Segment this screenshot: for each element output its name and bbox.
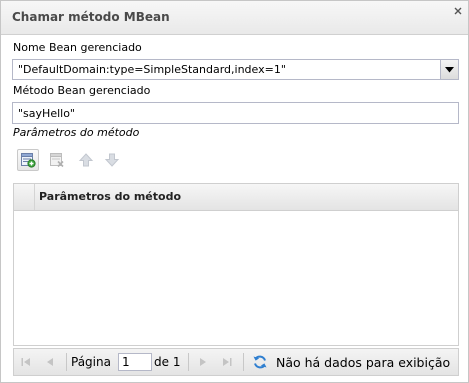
move-down-button[interactable] — [101, 149, 123, 171]
pager-separator — [188, 353, 189, 371]
panel-title: Chamar método MBean — [12, 10, 170, 24]
invoke-mbean-panel: Chamar método MBean Nome Bean gerenciado… — [0, 0, 469, 383]
move-up-icon — [78, 152, 94, 168]
page-number-input[interactable] — [118, 353, 152, 371]
paging-toolbar: Página de 1 Não há dados para exibição — [13, 348, 459, 376]
parameters-grid: Parâmetros do método — [13, 183, 459, 346]
move-down-icon — [104, 152, 120, 168]
bean-name-value: "DefaultDomain:type=SimpleStandard,index… — [18, 63, 286, 76]
bean-name-combo[interactable]: "DefaultDomain:type=SimpleStandard,index… — [12, 59, 459, 80]
refresh-icon[interactable] — [252, 349, 268, 375]
move-up-button[interactable] — [75, 149, 97, 171]
add-parameter-button[interactable] — [17, 149, 39, 171]
next-page-icon[interactable] — [197, 349, 209, 375]
delete-parameter-icon — [49, 152, 65, 168]
last-page-icon[interactable] — [221, 349, 233, 375]
empty-message: Não há dados para exibição — [276, 354, 451, 370]
close-icon[interactable] — [452, 5, 464, 17]
panel-header: Chamar método MBean — [1, 1, 468, 35]
page-label: Página — [71, 355, 111, 369]
pager-separator — [243, 353, 244, 371]
params-section-label: Parâmetros do método — [13, 126, 140, 139]
method-name-label: Método Bean gerenciado — [13, 84, 151, 97]
method-name-input[interactable] — [12, 102, 459, 124]
grid-header: Parâmetros do método — [14, 184, 458, 211]
delete-parameter-button[interactable] — [46, 149, 68, 171]
add-parameter-icon — [20, 152, 36, 168]
dropdown-arrow-icon[interactable] — [440, 60, 458, 79]
grid-column-header[interactable]: Parâmetros do método — [39, 190, 181, 203]
grid-row-numberer-header — [14, 184, 35, 210]
pager-separator — [66, 353, 67, 371]
first-page-icon[interactable] — [20, 349, 32, 375]
page-count-label: de 1 — [154, 355, 181, 369]
prev-page-icon[interactable] — [44, 349, 56, 375]
bean-name-label: Nome Bean gerenciado — [13, 41, 142, 54]
